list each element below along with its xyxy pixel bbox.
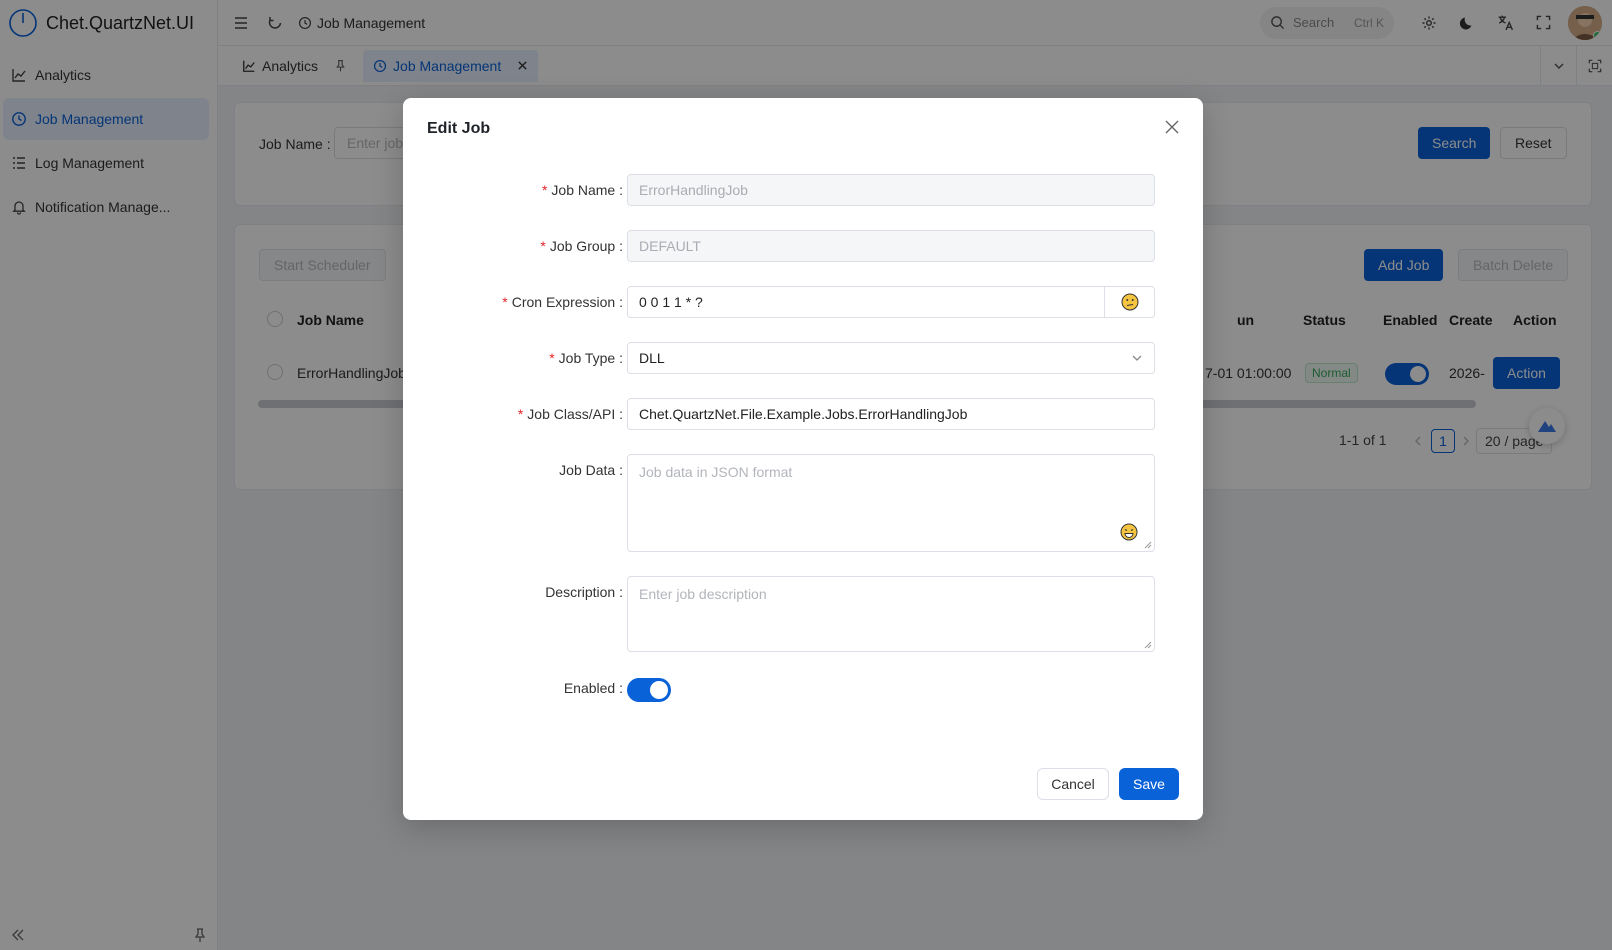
required-mark: * <box>549 350 555 366</box>
thinking-emoji-icon <box>1121 293 1138 311</box>
form-row-cron: * Cron Expression : 0 0 1 1 * ? <box>403 286 1203 318</box>
chevron-down-icon <box>1132 355 1142 361</box>
edit-job-modal: Edit Job * Job Name : ErrorHandlingJob * J… <box>403 98 1203 820</box>
job-group-label: * Job Group : <box>540 238 623 254</box>
description-textarea[interactable]: Enter job description <box>627 576 1155 652</box>
save-button[interactable]: Save <box>1119 768 1179 800</box>
required-mark: * <box>502 294 508 310</box>
job-name-input[interactable]: ErrorHandlingJob <box>627 174 1155 206</box>
form-row-job-group: * Job Group : DEFAULT <box>403 230 1203 262</box>
required-mark: * <box>517 406 524 422</box>
close-icon <box>1165 120 1179 134</box>
form-row-job-type: * Job Type : DLL <box>403 342 1203 374</box>
job-group-input[interactable]: DEFAULT <box>627 230 1155 262</box>
form-row-job-class: * Job Class/API : Chet.QuartzNet.File.Exa… <box>403 398 1203 430</box>
description-label: Description : <box>545 584 623 600</box>
cancel-button[interactable]: Cancel <box>1037 768 1109 800</box>
job-type-select[interactable]: DLL <box>627 342 1155 374</box>
resize-handle-icon[interactable] <box>1144 641 1152 649</box>
job-name-label: * Job Name : <box>541 182 623 198</box>
job-data-textarea[interactable]: Job data in JSON format <box>627 454 1155 552</box>
job-data-label: Job Data : <box>559 462 623 478</box>
required-mark: * <box>541 182 548 198</box>
modal-close-button[interactable] <box>1161 116 1183 138</box>
grin-emoji-icon[interactable] <box>1120 523 1138 541</box>
cron-expression-input[interactable]: 0 0 1 1 * ? <box>627 286 1155 318</box>
enabled-label: Enabled : <box>563 680 623 696</box>
modal-title: Edit Job <box>427 120 491 137</box>
cron-label: * Cron Expression : <box>502 294 623 310</box>
resize-handle-icon[interactable] <box>1144 541 1152 549</box>
form-row-job-data: Job Data : Job data in JSON format <box>403 454 1203 552</box>
job-class-input[interactable]: Chet.QuartzNet.File.Example.Jobs.ErrorHa… <box>627 398 1155 430</box>
form-row-enabled: Enabled : <box>403 678 1203 702</box>
job-class-label: * Job Class/API : <box>517 406 623 422</box>
enabled-switch[interactable] <box>627 678 671 702</box>
job-type-label: * Job Type : <box>549 350 623 366</box>
form-row-description: Description : Enter job description <box>403 576 1203 652</box>
form-row-job-name: * Job Name : ErrorHandlingJob <box>403 174 1203 206</box>
required-mark: * <box>540 238 546 254</box>
cron-helper-button[interactable] <box>1104 287 1154 317</box>
